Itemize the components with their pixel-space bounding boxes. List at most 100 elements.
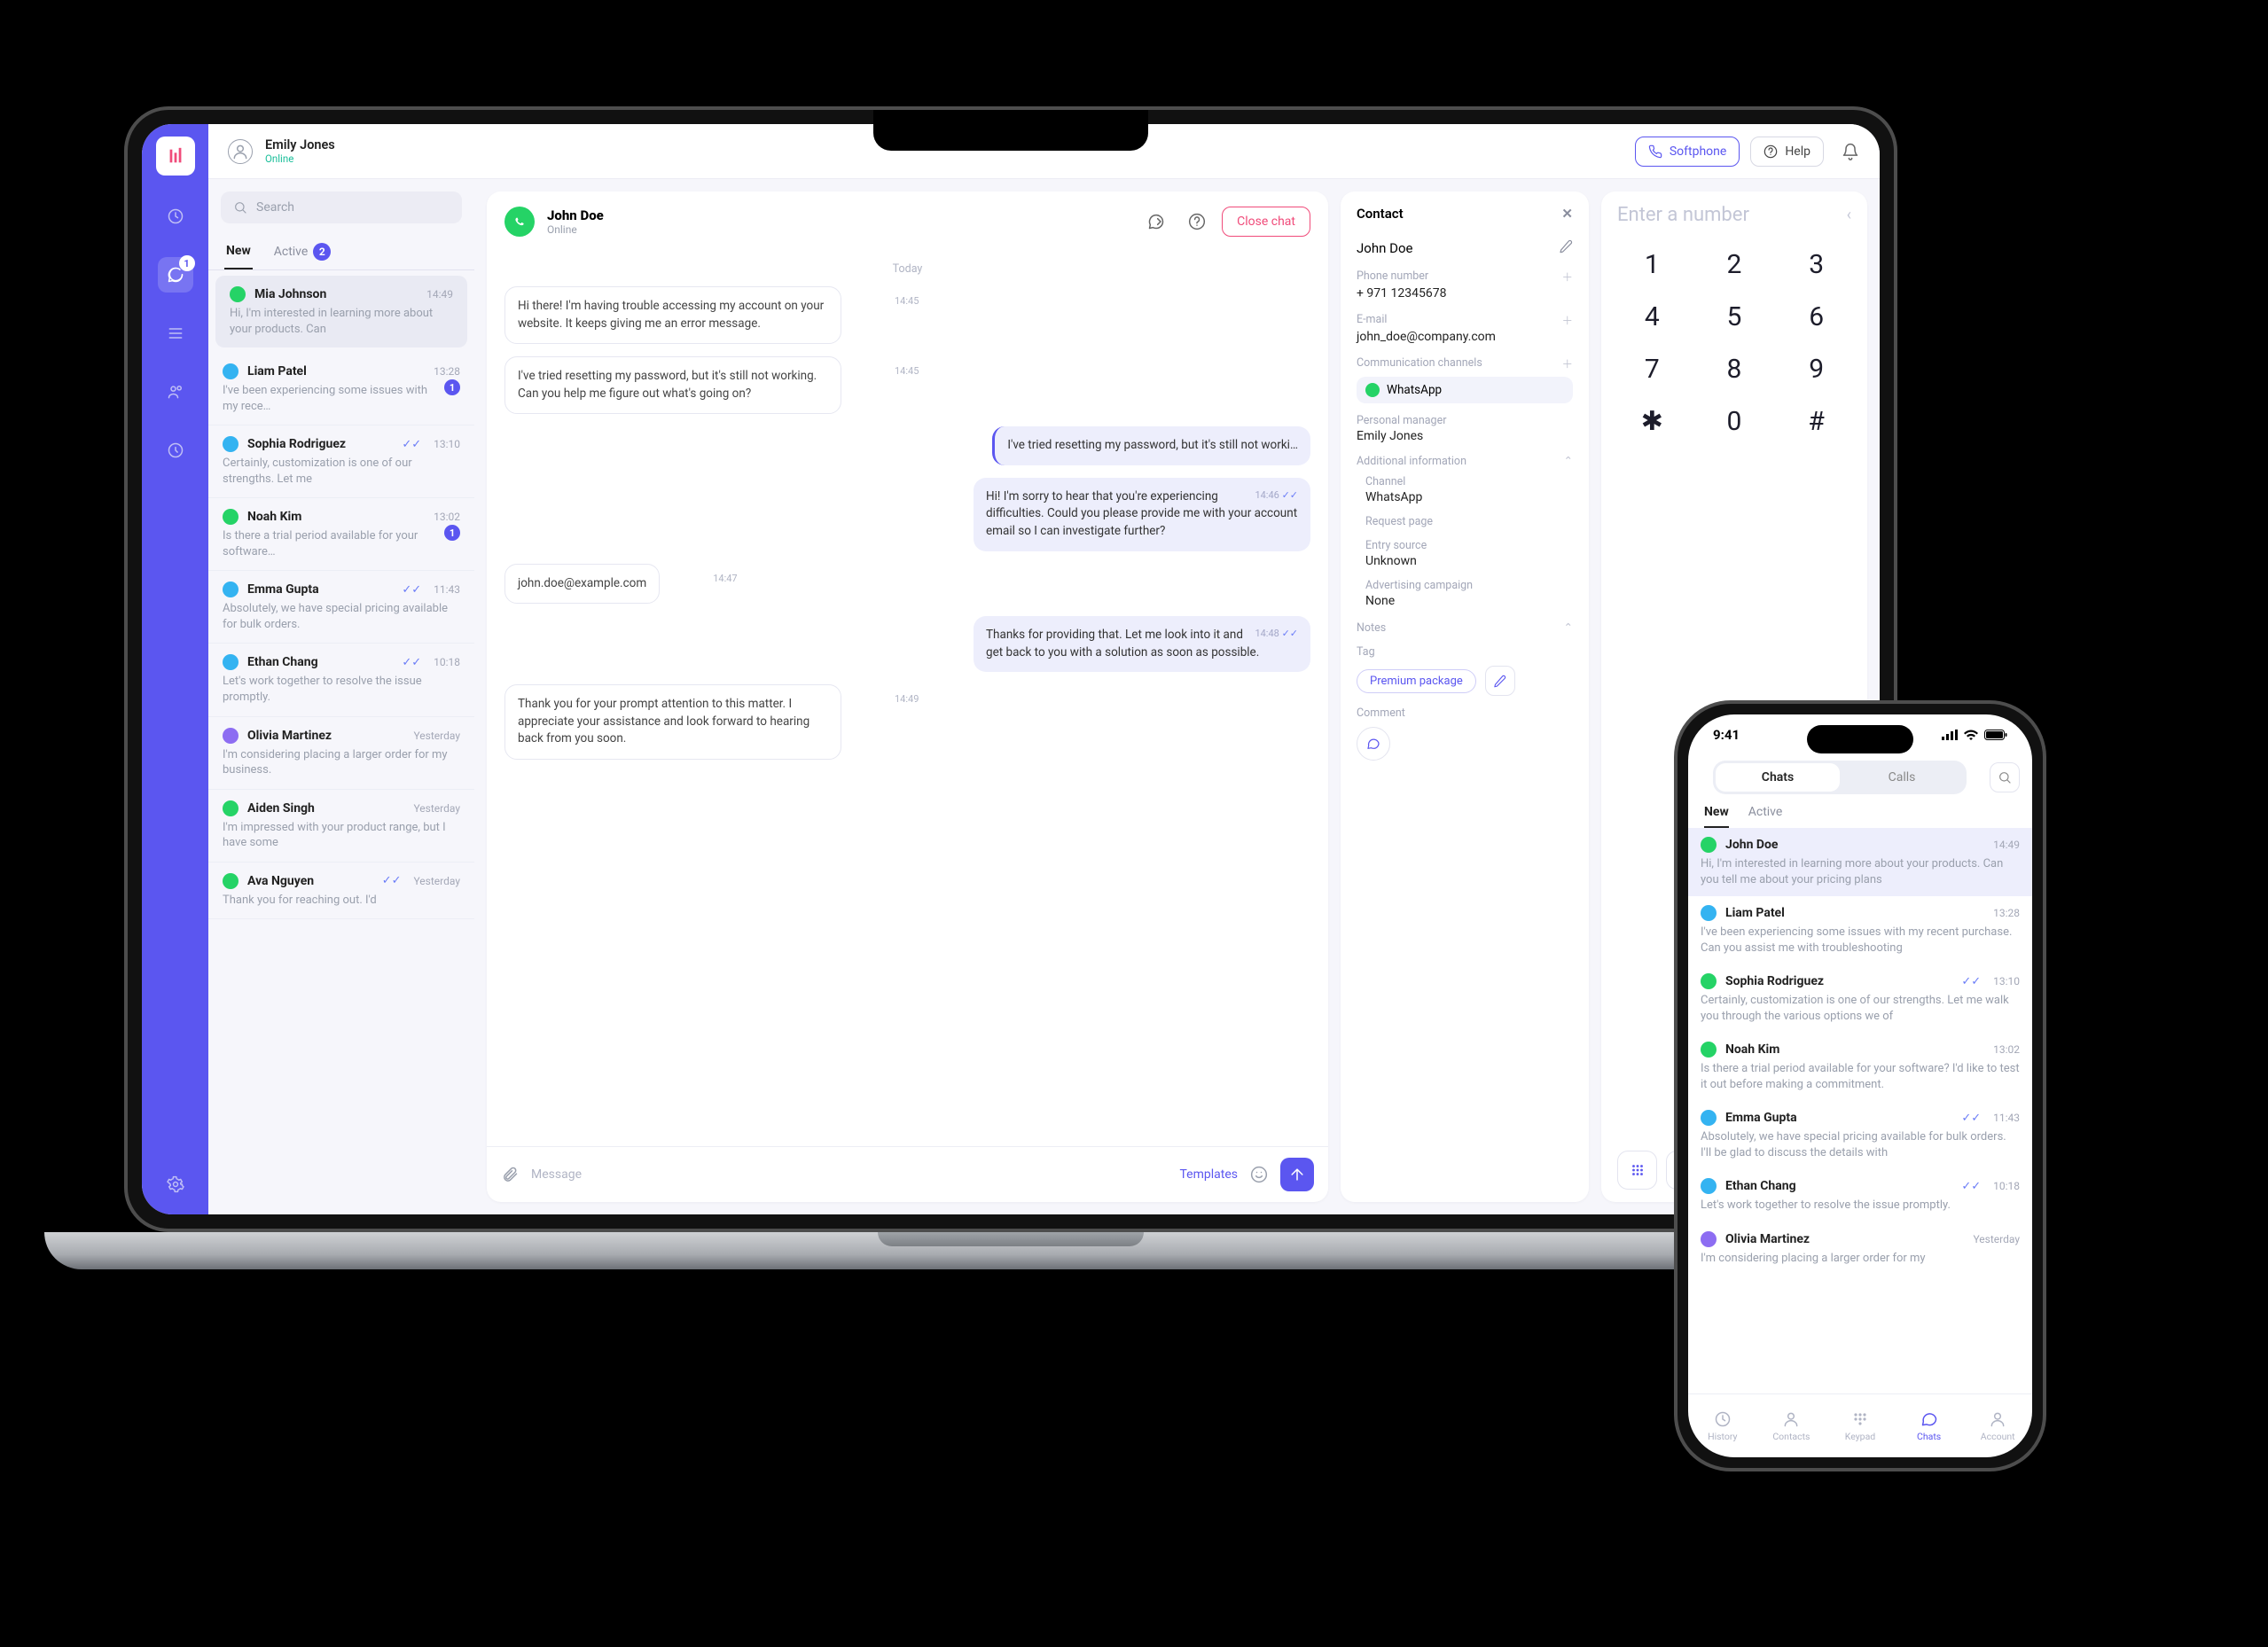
- phone-tab-active[interactable]: Active: [1748, 805, 1783, 828]
- collapse-icon[interactable]: ⌃: [1564, 454, 1573, 468]
- bell-icon[interactable]: [1834, 136, 1866, 168]
- chat-list-item[interactable]: Olivia Martinez Yesterday I'm considerin…: [208, 717, 474, 790]
- message-in: Hi there! I'm having trouble accessing m…: [504, 286, 841, 344]
- edit-icon[interactable]: [1559, 239, 1573, 257]
- nav-contacts-icon[interactable]: [158, 374, 193, 410]
- tag-premium[interactable]: Premium package: [1357, 669, 1476, 693]
- add-email-icon[interactable]: ＋: [1561, 311, 1573, 328]
- send-button[interactable]: [1280, 1158, 1314, 1191]
- app-logo[interactable]: [156, 137, 195, 176]
- templates-button[interactable]: Templates: [1180, 1167, 1239, 1182]
- phone-chat-item[interactable]: Liam Patel 13:28 I've been experiencing …: [1688, 896, 2032, 964]
- phone-search-icon[interactable]: [1990, 762, 2020, 792]
- chat-transfer-icon[interactable]: [1140, 206, 1172, 238]
- phone-chat-item[interactable]: John Doe 14:49 Hi, I'm interested in lea…: [1688, 828, 2032, 896]
- phone-chat-item[interactable]: Emma Gupta ✓✓ 11:43 Absolutely, we have …: [1688, 1101, 2032, 1169]
- contact-manager: Emily Jones: [1357, 429, 1573, 443]
- dialer-key[interactable]: 2: [1727, 249, 1742, 280]
- nav-tasks-icon[interactable]: [158, 316, 193, 351]
- user-status: Online: [265, 152, 335, 165]
- dialer-key[interactable]: #: [1808, 406, 1824, 437]
- dialpad-icon[interactable]: [1617, 1151, 1657, 1190]
- dialer-key[interactable]: 5: [1727, 301, 1742, 332]
- chevron-left-icon[interactable]: ‹: [1847, 206, 1851, 224]
- status-icons: [1942, 730, 2007, 740]
- dialer-key[interactable]: 8: [1727, 354, 1742, 385]
- phone-chat-item[interactable]: Sophia Rodriguez ✓✓ 13:10 Certainly, cus…: [1688, 964, 2032, 1033]
- dialer-key[interactable]: 6: [1809, 301, 1824, 332]
- phone-chat-item[interactable]: Ethan Chang ✓✓ 10:18 Let's work together…: [1688, 1169, 2032, 1222]
- nav-rail: 1: [142, 124, 208, 1214]
- emoji-icon[interactable]: [1250, 1166, 1268, 1183]
- contact-header: Contact: [1357, 206, 1404, 222]
- dialer-input[interactable]: Enter a number: [1617, 204, 1749, 226]
- phone-bottom-nav: History Contacts Keypad Chats Account: [1688, 1393, 2032, 1457]
- contact-panel: Contact✕ John Doe Phone number＋ + 971 12…: [1341, 191, 1589, 1202]
- phone-chat-item[interactable]: Olivia Martinez Yesterday I'm considerin…: [1688, 1222, 2032, 1276]
- user-name: Emily Jones: [265, 137, 335, 152]
- nav-chats[interactable]: Chats: [1895, 1394, 1964, 1457]
- softphone-button[interactable]: Softphone: [1635, 137, 1740, 167]
- dialer-key[interactable]: ✱: [1641, 406, 1663, 437]
- nav-account[interactable]: Account: [1963, 1394, 2032, 1457]
- help-button[interactable]: Help: [1750, 137, 1824, 167]
- collapse-notes-icon[interactable]: ⌃: [1564, 621, 1573, 635]
- add-phone-icon[interactable]: ＋: [1561, 268, 1573, 285]
- nav-contacts[interactable]: Contacts: [1757, 1394, 1826, 1457]
- chat-help-icon[interactable]: [1181, 206, 1213, 238]
- add-channel-icon[interactable]: ＋: [1561, 355, 1573, 371]
- attach-icon[interactable]: [501, 1166, 519, 1183]
- phone-time: 9:41: [1713, 727, 1740, 743]
- nav-history[interactable]: History: [1688, 1394, 1757, 1457]
- chat-list-item[interactable]: Aiden Singh Yesterday I'm impressed with…: [208, 790, 474, 863]
- nav-recent-icon[interactable]: [158, 433, 193, 468]
- contact-email: john_doe@company.com: [1357, 330, 1573, 344]
- nav-settings-icon[interactable]: [158, 1167, 193, 1202]
- chat-list-item[interactable]: Mia Johnson 14:49 Hi, I'm interested in …: [215, 276, 467, 347]
- chat-contact-name: John Doe: [547, 207, 604, 223]
- message-input[interactable]: Message: [531, 1167, 1168, 1182]
- search-input[interactable]: Search: [221, 191, 462, 223]
- contact-name: John Doe: [1357, 240, 1412, 256]
- close-icon[interactable]: ✕: [1561, 206, 1573, 222]
- chat-contact-status: Online: [547, 223, 604, 236]
- chat-list-item[interactable]: Liam Patel 13:28 I've been experiencing …: [208, 353, 474, 425]
- tab-active[interactable]: Active2: [272, 236, 333, 269]
- contact-phone: + 971 12345678: [1357, 286, 1573, 301]
- day-separator: Today: [504, 262, 1310, 276]
- chat-list-item[interactable]: Emma Gupta ✓✓ 11:43 Absolutely, we have …: [208, 571, 474, 644]
- chat-list-item[interactable]: Ethan Chang ✓✓ 10:18 Let's work together…: [208, 644, 474, 716]
- chat-list-item[interactable]: Sophia Rodriguez ✓✓ 13:10 Certainly, cus…: [208, 425, 474, 498]
- nav-history-icon[interactable]: [158, 199, 193, 234]
- phone-chat-item[interactable]: Noah Kim 13:02 Is there a trial period a…: [1688, 1033, 2032, 1101]
- dialer-key[interactable]: 3: [1809, 249, 1824, 280]
- nav-keypad[interactable]: Keypad: [1826, 1394, 1895, 1457]
- message-composer: Message Templates: [487, 1146, 1328, 1202]
- chat-list-tabs: New Active2: [208, 236, 474, 270]
- add-comment-button[interactable]: [1357, 727, 1390, 761]
- whatsapp-icon: [504, 207, 535, 237]
- dialer-key[interactable]: 1: [1645, 249, 1660, 280]
- seg-chats[interactable]: Chats: [1716, 763, 1840, 792]
- tab-new[interactable]: New: [224, 236, 253, 269]
- chat-panel: John Doe Online Close chat Today Hi there…: [487, 191, 1328, 1202]
- dialer-key[interactable]: 4: [1645, 301, 1660, 332]
- message-in: I've tried resetting my password, but it…: [504, 356, 841, 414]
- phone-segment: Chats Calls: [1713, 761, 1967, 794]
- nav-chats-icon[interactable]: 1: [158, 257, 193, 293]
- tag-edit-icon[interactable]: [1485, 666, 1515, 696]
- phone-device: 9:41 Chats Calls New Active John Doe 14:…: [1674, 700, 2046, 1471]
- seg-calls[interactable]: Calls: [1840, 763, 1964, 792]
- nav-chats-badge: 1: [179, 255, 195, 271]
- chat-list-item[interactable]: Noah Kim 13:02 Is there a trial period a…: [208, 498, 474, 571]
- dialer-key[interactable]: 9: [1809, 354, 1824, 385]
- chat-list-item[interactable]: Ava Nguyen ✓✓ Yesterday Thank you for re…: [208, 863, 474, 920]
- user-avatar-icon[interactable]: [228, 139, 253, 164]
- message-out: I've tried resetting my password, but it…: [992, 426, 1310, 465]
- close-chat-button[interactable]: Close chat: [1222, 207, 1310, 237]
- phone-tab-new[interactable]: New: [1704, 805, 1729, 828]
- dialer-key[interactable]: 0: [1727, 406, 1742, 437]
- dialer-key[interactable]: 7: [1645, 354, 1660, 385]
- phone-chat-list: John Doe 14:49 Hi, I'm interested in lea…: [1688, 828, 2032, 1393]
- channel-chip-whatsapp[interactable]: WhatsApp: [1357, 377, 1573, 403]
